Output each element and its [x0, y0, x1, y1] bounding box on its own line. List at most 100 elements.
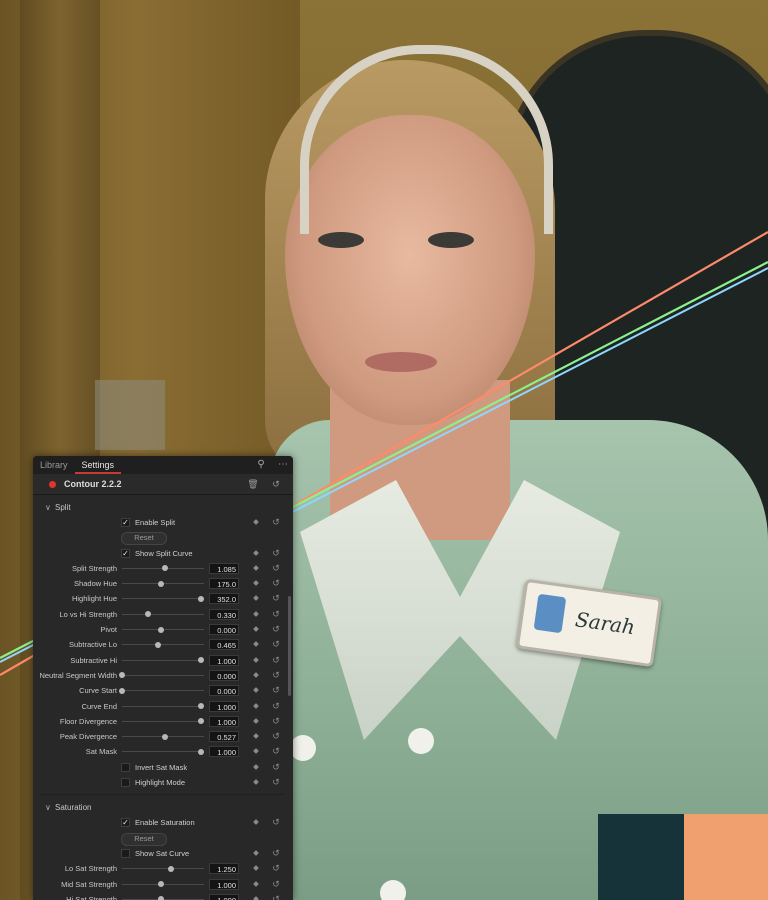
slider-knob[interactable] — [145, 611, 152, 618]
param-slider[interactable] — [122, 641, 204, 648]
keyframe-icon[interactable] — [253, 702, 259, 709]
param-value-input[interactable]: 1.000 — [209, 893, 239, 900]
keyframe-icon[interactable] — [253, 763, 259, 770]
more-icon[interactable]: ⋯ — [276, 459, 290, 471]
reset-button[interactable]: Reset — [121, 532, 167, 546]
keyframe-icon[interactable] — [253, 779, 259, 785]
enable-checkbox[interactable]: ✓ — [121, 818, 130, 828]
tab-settings[interactable]: Settings — [74, 456, 122, 474]
param-slider[interactable] — [122, 733, 204, 740]
keyframe-icon[interactable] — [253, 687, 259, 694]
param-value-input[interactable]: 1.000 — [209, 715, 239, 727]
keyframe-icon[interactable] — [253, 656, 259, 663]
keyframe-icon[interactable] — [253, 733, 259, 739]
reset-icon[interactable]: ↺ — [270, 478, 282, 490]
keyframe-icon[interactable] — [253, 850, 259, 856]
reset-icon[interactable]: ↺ — [270, 878, 282, 890]
slider-knob[interactable] — [158, 896, 165, 900]
reset-icon[interactable]: ↺ — [270, 847, 282, 859]
search-icon[interactable]: ⚲ — [254, 459, 268, 471]
reset-icon[interactable]: ↺ — [270, 577, 282, 589]
reset-icon[interactable]: ↺ — [270, 700, 282, 712]
slider-knob[interactable] — [197, 595, 204, 602]
enable-checkbox[interactable]: ✓ — [121, 518, 130, 527]
keyframe-icon[interactable] — [253, 626, 259, 632]
slider-knob[interactable] — [197, 657, 204, 664]
keyframe-icon[interactable] — [253, 519, 259, 525]
trash-icon[interactable]: 🗑 — [247, 478, 259, 490]
slider-knob[interactable] — [155, 641, 162, 648]
keyframe-icon[interactable] — [253, 865, 259, 872]
reset-icon[interactable]: ↺ — [270, 592, 282, 604]
reset-icon[interactable]: ↺ — [270, 745, 282, 757]
slider-knob[interactable] — [119, 672, 125, 679]
param-slider[interactable] — [122, 881, 204, 888]
reset-icon[interactable]: ↺ — [270, 730, 282, 742]
reset-icon[interactable]: ↺ — [270, 862, 282, 874]
option-checkbox[interactable] — [121, 762, 130, 772]
reset-icon[interactable]: ↺ — [270, 623, 282, 635]
keyframe-icon[interactable] — [253, 595, 259, 602]
param-slider[interactable] — [122, 626, 204, 633]
reset-icon[interactable]: ↺ — [270, 562, 282, 574]
enable-effect-icon[interactable] — [49, 480, 56, 488]
slider-knob[interactable] — [161, 733, 168, 740]
section-saturation[interactable]: ∨ Saturation — [33, 799, 293, 815]
param-value-input[interactable]: 1.085 — [209, 562, 239, 574]
param-value-input[interactable]: 0.000 — [209, 669, 239, 681]
param-slider[interactable] — [122, 611, 204, 618]
slider-knob[interactable] — [197, 718, 204, 725]
param-slider[interactable] — [122, 865, 204, 872]
slider-knob[interactable] — [197, 748, 204, 755]
keyframe-icon[interactable] — [253, 565, 259, 571]
param-slider[interactable] — [122, 657, 204, 664]
reset-icon[interactable]: ↺ — [270, 654, 282, 666]
keyframe-icon[interactable] — [253, 718, 259, 724]
reset-icon[interactable]: ↺ — [270, 761, 282, 773]
keyframe-icon[interactable] — [253, 549, 259, 556]
reset-icon[interactable]: ↺ — [270, 516, 282, 528]
param-value-input[interactable]: 1.000 — [209, 878, 239, 890]
param-slider[interactable] — [122, 703, 204, 710]
reset-icon[interactable]: ↺ — [270, 608, 282, 620]
param-slider[interactable] — [122, 748, 204, 755]
keyframe-icon[interactable] — [253, 748, 259, 755]
keyframe-icon[interactable] — [253, 580, 259, 587]
slider-knob[interactable] — [161, 565, 168, 572]
param-slider[interactable] — [119, 672, 204, 679]
reset-icon[interactable]: ↺ — [270, 669, 282, 681]
show-curve-checkbox[interactable] — [121, 848, 130, 858]
param-slider[interactable] — [119, 687, 204, 694]
slider-knob[interactable] — [168, 865, 175, 872]
slider-knob[interactable] — [157, 580, 164, 587]
param-value-input[interactable]: 0.000 — [209, 685, 239, 697]
param-slider[interactable] — [122, 580, 204, 587]
keyframe-icon[interactable] — [253, 819, 259, 826]
param-slider[interactable] — [122, 718, 204, 725]
scrollbar[interactable] — [288, 596, 291, 696]
slider-knob[interactable] — [158, 881, 165, 888]
slider-knob[interactable] — [157, 626, 164, 633]
param-slider[interactable] — [122, 565, 204, 572]
section-split[interactable]: ∨ Split — [33, 499, 293, 515]
param-value-input[interactable]: 352.0 — [209, 593, 239, 605]
param-value-input[interactable]: 0.330 — [209, 608, 239, 620]
chevron-down-icon[interactable]: ∨ — [45, 803, 55, 812]
param-value-input[interactable]: 1.250 — [209, 863, 239, 875]
param-value-input[interactable]: 1.000 — [209, 654, 239, 666]
reset-icon[interactable]: ↺ — [270, 893, 282, 900]
reset-icon[interactable]: ↺ — [270, 638, 282, 650]
param-value-input[interactable]: 0.527 — [209, 731, 239, 743]
chevron-down-icon[interactable]: ∨ — [45, 503, 55, 512]
reset-icon[interactable]: ↺ — [270, 776, 282, 788]
keyframe-icon[interactable] — [253, 672, 259, 678]
param-value-input[interactable]: 0.465 — [209, 639, 239, 651]
slider-knob[interactable] — [197, 703, 204, 710]
option-checkbox[interactable] — [121, 778, 130, 788]
keyframe-icon[interactable] — [253, 610, 259, 617]
keyframe-icon[interactable] — [253, 641, 259, 648]
param-value-input[interactable]: 1.000 — [209, 746, 239, 758]
reset-icon[interactable]: ↺ — [270, 684, 282, 696]
param-value-input[interactable]: 1.000 — [209, 700, 239, 712]
reset-icon[interactable]: ↺ — [270, 547, 282, 559]
